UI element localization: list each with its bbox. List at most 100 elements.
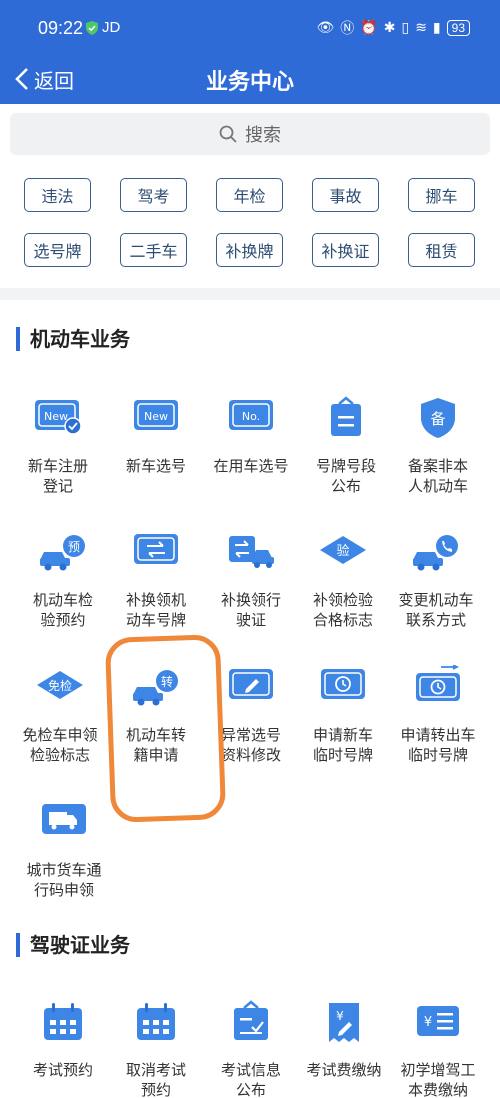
- item-label: 异常选号 资料修改: [220, 726, 281, 764]
- fee-card-icon: ¥: [417, 1006, 459, 1036]
- calendar-cancel-icon: [137, 1003, 175, 1040]
- car-transfer-icon: 转: [133, 670, 178, 706]
- wifi-icon: ≋: [415, 20, 427, 36]
- item-transfer-out-temp-plate[interactable]: 申请转出车 临时号牌: [388, 665, 488, 795]
- search-input[interactable]: 搜索: [10, 113, 490, 155]
- eye-icon: 👁: [316, 20, 335, 36]
- exam-notice-icon: [234, 1000, 268, 1040]
- svg-text:免检: 免检: [48, 678, 72, 693]
- bluetooth-icon: ✱: [383, 20, 396, 36]
- tag-replace-license[interactable]: 补换证: [312, 233, 379, 267]
- tag-annual-inspection[interactable]: 年检: [216, 178, 283, 212]
- status-carrier: JD: [102, 19, 121, 36]
- item-reissue-inspection-mark[interactable]: 验 补领检验 合格标志: [293, 530, 393, 660]
- item-new-car-temp-plate[interactable]: 申请新车 临时号牌: [293, 665, 393, 795]
- alarm-icon: ⏰: [360, 20, 378, 36]
- signal-icon: ▮: [432, 20, 441, 36]
- item-label: 新车选号: [125, 457, 186, 475]
- tag-replace-plate[interactable]: 补换牌: [216, 233, 283, 267]
- svg-text:备: 备: [430, 410, 445, 428]
- edit-plate-icon: [229, 669, 273, 699]
- new-registration-icon: New: [35, 400, 82, 435]
- calendar-icon: [44, 1003, 82, 1040]
- item-new-car-registration[interactable]: New 新车注册 登记: [8, 396, 108, 526]
- item-label: 补换领行 驶证: [220, 591, 281, 629]
- item-abnormal-plate-info-edit[interactable]: 异常选号 资料修改: [201, 665, 301, 795]
- status-bar: 09:22 JD 👁 Ⓝ ⏰ ✱ ▯ ≋ ▮ 93: [0, 0, 500, 56]
- search-icon: [219, 125, 237, 143]
- item-record-non-owner-vehicle[interactable]: 备 备案非本 人机动车: [388, 396, 488, 526]
- truck-pass-icon: [42, 804, 86, 834]
- item-exam-fee-payment[interactable]: ¥ 考试费缴纳: [294, 1000, 394, 1098]
- tag-choose-plate[interactable]: 选号牌: [24, 233, 91, 267]
- search-placeholder: 搜索: [245, 125, 281, 146]
- item-plate-segment-notice[interactable]: 号牌号段 公布: [296, 396, 396, 526]
- item-label: 考试预约: [32, 1061, 93, 1079]
- item-exam-info-notice[interactable]: 考试信息 公布: [201, 1000, 301, 1098]
- svg-text:¥: ¥: [336, 1009, 344, 1023]
- tag-rental[interactable]: 租赁: [408, 233, 475, 267]
- transfer-temp-plate-icon: [416, 665, 460, 701]
- exempt-mark-icon: 免检: [37, 671, 83, 699]
- item-label: 新车注册 登记: [27, 457, 88, 495]
- svg-text:转: 转: [161, 674, 173, 689]
- item-label: 在用车选号: [213, 457, 289, 475]
- tag-accident[interactable]: 事故: [312, 178, 379, 212]
- item-label: 考试信息 公布: [220, 1061, 281, 1098]
- nav-bar: 返回 业务中心: [0, 56, 500, 104]
- battery-indicator: 93: [446, 20, 470, 36]
- tag-move-car[interactable]: 挪车: [408, 178, 475, 212]
- item-label: 号牌号段 公布: [315, 457, 376, 495]
- tag-violation[interactable]: 违法: [24, 178, 91, 212]
- tag-driving-test[interactable]: 驾考: [120, 178, 187, 212]
- page-title: 业务中心: [205, 70, 294, 95]
- license-exchange-icon: [229, 536, 274, 568]
- item-label: 免检车申领 检验标志: [22, 726, 98, 764]
- nfc-icon: Ⓝ: [340, 21, 355, 37]
- shield-record-icon: 备: [421, 398, 455, 438]
- car-phone-icon: [413, 535, 458, 571]
- item-label: 补换领机 动车号牌: [125, 591, 186, 629]
- item-exempt-vehicle-inspection-mark[interactable]: 免检 免检车申领 检验标志: [10, 665, 110, 795]
- item-label: 城市货车通 行码申领: [26, 861, 102, 899]
- item-new-car-plate-selection[interactable]: New 新车选号: [106, 396, 206, 526]
- section-divider: [0, 288, 500, 300]
- status-time: 09:22: [38, 18, 84, 38]
- svg-text:预: 预: [68, 540, 80, 554]
- svg-text:New: New: [144, 410, 168, 423]
- item-in-use-plate-selection[interactable]: No. 在用车选号: [201, 396, 301, 526]
- item-label: 机动车转 籍申请: [125, 726, 186, 764]
- svg-text:No.: No.: [242, 410, 260, 423]
- item-vehicle-inspection-appointment[interactable]: 预 机动车检 验预约: [13, 530, 113, 660]
- item-learner-fee-payment[interactable]: ¥ 初学增驾工 本费缴纳: [388, 1000, 488, 1098]
- car-appointment-icon: 预: [40, 535, 85, 571]
- item-exam-appointment[interactable]: 考试预约: [13, 1000, 113, 1098]
- item-label: 备案非本 人机动车: [407, 457, 468, 495]
- svg-text:验: 验: [336, 543, 349, 559]
- item-vehicle-transfer-application[interactable]: 转 机动车转 籍申请: [106, 665, 206, 795]
- new-plate-icon: New: [134, 400, 178, 430]
- item-replace-driving-license[interactable]: 补换领行 驶证: [201, 530, 301, 660]
- item-replace-vehicle-plate[interactable]: 补换领机 动车号牌: [106, 530, 206, 660]
- item-label: 变更机动车 联系方式: [398, 591, 474, 629]
- item-label: 申请新车 临时号牌: [312, 726, 373, 764]
- tag-used-car[interactable]: 二手车: [120, 233, 187, 267]
- section-title-license: 驾驶证业务: [16, 933, 130, 957]
- svg-text:¥: ¥: [424, 1015, 432, 1030]
- shield-check-icon: [86, 21, 98, 35]
- item-cancel-exam-appointment[interactable]: 取消考试 预约: [106, 1000, 206, 1098]
- notice-board-icon: [331, 396, 361, 436]
- item-label: 取消考试 预约: [125, 1061, 186, 1098]
- fee-receipt-icon: ¥: [329, 1003, 359, 1042]
- item-label: 初学增驾工 本费缴纳: [400, 1061, 476, 1098]
- item-city-truck-pass[interactable]: 城市货车通 行码申领: [14, 800, 114, 930]
- item-label: 机动车检 验预约: [32, 591, 93, 629]
- section-title-vehicle: 机动车业务: [16, 327, 130, 351]
- number-plate-icon: No.: [229, 400, 273, 430]
- plate-exchange-icon: [134, 534, 178, 564]
- item-label: 申请转出车 临时号牌: [400, 726, 476, 764]
- item-label: 补领检验 合格标志: [312, 591, 373, 629]
- item-label: 考试费缴纳: [306, 1061, 382, 1079]
- inspection-mark-icon: 验: [320, 536, 366, 564]
- item-change-vehicle-contact[interactable]: 变更机动车 联系方式: [386, 530, 486, 660]
